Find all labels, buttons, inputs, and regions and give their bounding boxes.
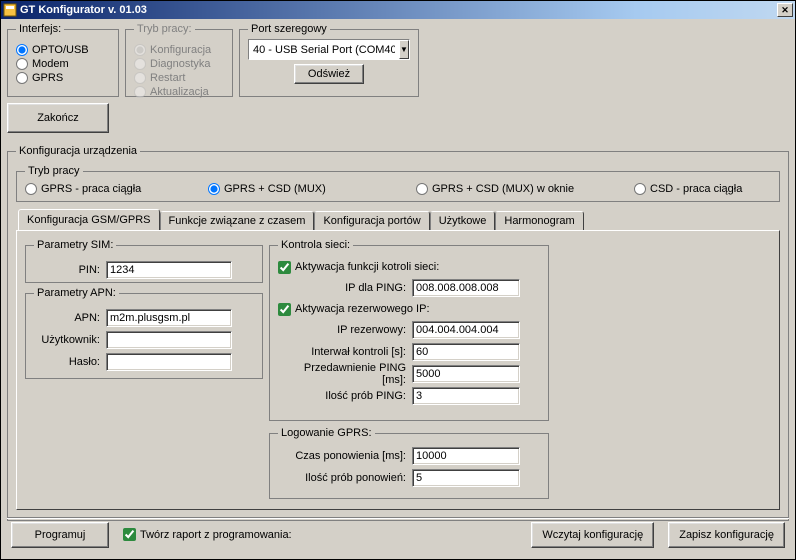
load-config-button[interactable]: Wczytaj konfigurację [531,522,654,548]
radio-opto-usb[interactable]: OPTO/USB [16,43,110,57]
network-control-group: Kontrola sieci: Aktywacja funkcji kotrol… [269,239,549,421]
retry-count-input[interactable] [412,469,520,487]
mode-group: Tryb pracy: Konfiguracja Diagnostyka Res… [125,23,233,97]
pin-label: PIN: [34,264,106,276]
pass-label: Hasło: [34,356,106,368]
net-legend: Kontrola sieci: [278,239,353,251]
close-button[interactable]: ✕ [777,3,793,17]
backup-ip-label: IP rezerwowy: [278,324,412,336]
sim-group: Parametry SIM: PIN: [25,239,263,283]
program-button[interactable]: Programuj [11,522,109,548]
serial-legend: Port szeregowy [248,23,330,35]
exit-button[interactable]: Zakończ [7,103,109,133]
radio-aktualizacja: Aktualizacja [134,85,224,99]
radio-csd-continuous[interactable]: CSD - praca ciągła [634,183,771,195]
radio-gprs-iface[interactable]: GPRS [16,71,110,85]
user-label: Użytkownik: [34,334,106,346]
interval-input[interactable] [412,343,520,361]
interface-legend: Interfejs: [16,23,64,35]
client-area: Interfejs: OPTO/USB Modem GPRS Tryb prac… [1,19,795,559]
radio-gprs-csd-mux-window[interactable]: GPRS + CSD (MUX) w oknie [416,183,626,195]
device-config-legend: Konfiguracja urządzenia [16,145,140,157]
apn-label: APN: [34,312,106,324]
save-config-button[interactable]: Zapisz konfigurację [668,522,785,548]
app-window: GT Konfigurator v. 01.03 ✕ Interfejs: OP… [0,0,796,560]
radio-restart: Restart [134,71,224,85]
enable-backup-ip-checkbox[interactable]: Aktywacja rezerwowego IP: [278,299,540,319]
gprs-logging-group: Logowanie GPRS: Czas ponowienia [ms]: Il… [269,427,549,499]
tab-page-gsm-gprs: Parametry SIM: PIN: Parametry APN: APN: [16,230,780,510]
retry-time-label: Czas ponowienia [ms]: [278,450,412,462]
create-report-checkbox[interactable]: Twórz raport z programowania: [123,525,292,545]
retry-count-label: Ilość prób ponowień: [278,472,412,484]
apn-input[interactable] [106,309,232,327]
user-input[interactable] [106,331,232,349]
radio-gprs-continuous[interactable]: GPRS - praca ciągła [25,183,200,195]
workmode-legend: Tryb pracy [25,165,83,177]
interface-group: Interfejs: OPTO/USB Modem GPRS [7,23,119,97]
ping-retries-input[interactable] [412,387,520,405]
ping-retries-label: Ilość prób PING: [278,390,412,402]
radio-konfiguracja: Konfiguracja [134,43,224,57]
gprs-legend: Logowanie GPRS: [278,427,375,439]
pass-input[interactable] [106,353,232,371]
chevron-down-icon[interactable]: ▼ [399,40,409,59]
ping-ip-label: IP dla PING: [278,282,412,294]
interval-label: Interwał kontroli [s]: [278,346,412,358]
timeout-input[interactable] [412,365,520,383]
workmode-group: Tryb pracy GPRS - praca ciągła GPRS + CS… [16,165,780,202]
titlebar: GT Konfigurator v. 01.03 ✕ [1,1,795,19]
radio-modem[interactable]: Modem [16,57,110,71]
pin-input[interactable] [106,261,232,279]
refresh-button[interactable]: Odśwież [294,64,364,84]
radio-diagnostyka: Diagnostyka [134,57,224,71]
tab-time-functions[interactable]: Funkcje związane z czasem [160,211,315,230]
serial-port-combo[interactable]: ▼ [248,39,410,60]
serial-port-input[interactable] [249,40,399,59]
ping-ip-input[interactable] [412,279,520,297]
bottom-bar: Programuj Twórz raport z programowania: … [7,517,789,551]
app-icon [3,3,17,17]
enable-net-control-checkbox[interactable]: Aktywacja funkcji kotroli sieci: [278,257,540,277]
tab-schedule[interactable]: Harmonogram [495,211,583,230]
backup-ip-input[interactable] [412,321,520,339]
sim-legend: Parametry SIM: [34,239,116,251]
retry-time-input[interactable] [412,447,520,465]
tab-strip: Konfiguracja GSM/GPRS Funkcje związane z… [16,208,780,230]
timeout-label: Przedawnienie PING [ms]: [278,362,412,386]
tab-utility[interactable]: Użytkowe [430,211,496,230]
serial-port-group: Port szeregowy ▼ Odśwież [239,23,419,97]
apn-group: Parametry APN: APN: Użytkownik: Hasło: [25,287,263,379]
device-config-group: Konfiguracja urządzenia Tryb pracy GPRS … [7,145,789,521]
window-title: GT Konfigurator v. 01.03 [20,4,777,16]
tab-gsm-gprs[interactable]: Konfiguracja GSM/GPRS [18,209,160,230]
mode-legend: Tryb pracy: [134,23,195,35]
apn-legend: Parametry APN: [34,287,119,299]
tab-port-config[interactable]: Konfiguracja portów [314,211,429,230]
radio-gprs-csd-mux[interactable]: GPRS + CSD (MUX) [208,183,408,195]
